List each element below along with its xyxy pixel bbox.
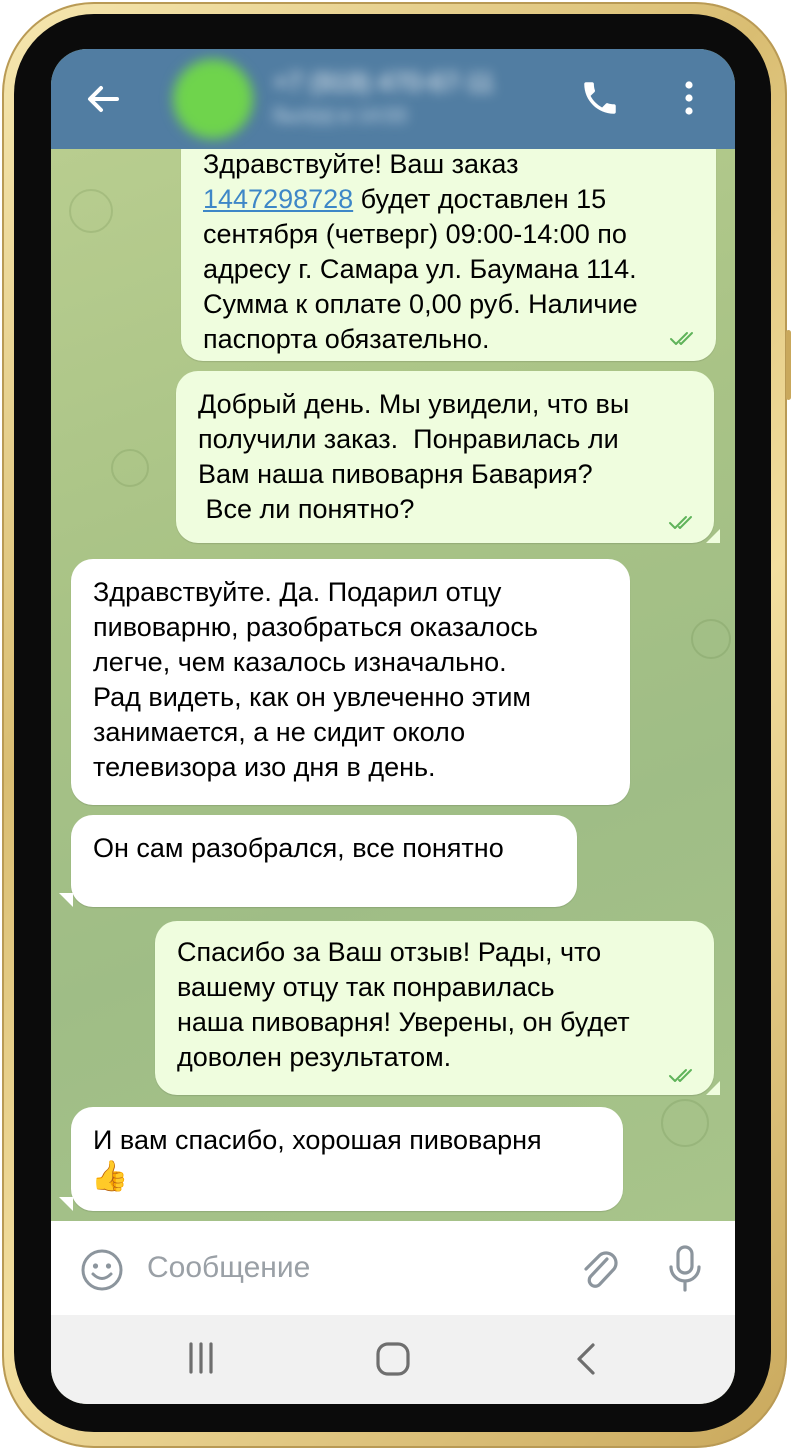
bubble-tail [59, 1197, 73, 1211]
message-text-line: телевизора изо дня в день. [93, 752, 436, 782]
message-bubble-outgoing[interactable]: Спасибо за Ваш отзыв! Рады, что вашему о… [155, 921, 714, 1095]
phone-icon[interactable] [579, 77, 621, 119]
message-text-line: Рад видеть, как он увлеченно этим [93, 682, 531, 712]
message-text-line: Он сам разобрался, все понятно [93, 833, 504, 863]
message-text-line: Спасибо за Ваш отзыв! Рады, что [177, 937, 602, 967]
message-text-fragment: будет доставлен 15 [353, 184, 607, 214]
message-composer [51, 1221, 735, 1315]
message-bubble-incoming[interactable]: И вам спасибо, хорошая пивоварня 👍 [71, 1107, 623, 1211]
message-bubble-outgoing[interactable]: Добрый день. Мы увидели, что вы получили… [176, 371, 714, 543]
background-doodle [691, 619, 731, 659]
chat-header: +7 (919) 470-67-11 был(а) в 14:03 [51, 49, 735, 149]
recent-apps-icon[interactable] [183, 1341, 219, 1375]
message-text-line: пивоварню, разобраться оказалось [93, 612, 538, 642]
bubble-tail [59, 893, 73, 907]
read-checkmarks-icon [670, 332, 693, 345]
message-text-line: занимается, а не сидит около [93, 717, 466, 747]
message-text-line: вашему отцу так понравилась [177, 972, 555, 1002]
order-number-link[interactable]: 1447298728 [203, 184, 353, 214]
nav-back-chevron-icon[interactable] [571, 1341, 601, 1377]
paperclip-icon[interactable] [577, 1245, 621, 1293]
screen: +7 (919) 470-67-11 был(а) в 14:03 Здравс… [51, 49, 735, 1404]
message-text-line: сентября (четверг) 09:00-14:00 по [203, 219, 627, 249]
message-text-line: адресу г. Самара ул. Баумана 114. [203, 254, 637, 284]
contact-status: был(а) в 14:03 [273, 105, 407, 127]
message-text-line: И вам спасибо, хорошая пивоварня [93, 1125, 542, 1155]
message-text-line: Здравствуйте! Ваш заказ [203, 149, 519, 179]
read-checkmarks-icon [669, 516, 692, 529]
side-button [786, 330, 791, 400]
message-text-line: Вам наша пивоварня Бавария? [198, 459, 593, 489]
message-text-line: легче, чем казалось изначально. [93, 647, 507, 677]
system-navigation-bar [51, 1315, 735, 1404]
message-input[interactable] [147, 1243, 567, 1293]
message-text-line: наша пивоварня! Уверены, он будет [177, 1007, 630, 1037]
contact-avatar[interactable] [173, 59, 253, 139]
message-text-line: 1447298728 будет доставлен 15 [203, 182, 606, 217]
message-bubble-incoming[interactable]: Он сам разобрался, все понятно [71, 815, 577, 907]
thumbs-up-emoji: 👍 [91, 1160, 129, 1193]
message-bubble-incoming[interactable]: Здравствуйте. Да. Подарил отцу пивоварню… [71, 559, 630, 805]
message-text-line: получили заказ. Понравилась ли [198, 424, 619, 454]
back-arrow-icon[interactable] [81, 77, 125, 121]
message-list[interactable]: Здравствуйте! Ваш заказ 1447298728 будет… [51, 149, 735, 1221]
message-text-line: доволен результатом. [177, 1042, 452, 1072]
emoji-icon[interactable] [79, 1247, 125, 1293]
background-doodle [69, 189, 113, 233]
message-text-line: паспорта обязательно. [203, 324, 490, 354]
message-text-line: Здравствуйте. Да. Подарил отцу [93, 577, 502, 607]
message-bubble-outgoing[interactable]: Здравствуйте! Ваш заказ 1447298728 будет… [181, 149, 716, 361]
bubble-tail [706, 529, 720, 543]
background-doodle [661, 1099, 709, 1147]
message-text-line: Все ли понятно? [198, 494, 415, 524]
home-icon[interactable] [375, 1341, 411, 1377]
message-text-line: Добрый день. Мы увидели, что вы [198, 389, 630, 419]
read-checkmarks-icon [669, 1069, 692, 1082]
more-vertical-icon[interactable] [671, 75, 707, 121]
bubble-tail [706, 1081, 720, 1095]
message-text-line: Сумма к оплате 0,00 руб. Наличие [203, 289, 638, 319]
contact-name[interactable]: +7 (919) 470-67-11 [273, 67, 494, 98]
background-doodle [111, 449, 149, 487]
microphone-icon[interactable] [665, 1243, 705, 1295]
